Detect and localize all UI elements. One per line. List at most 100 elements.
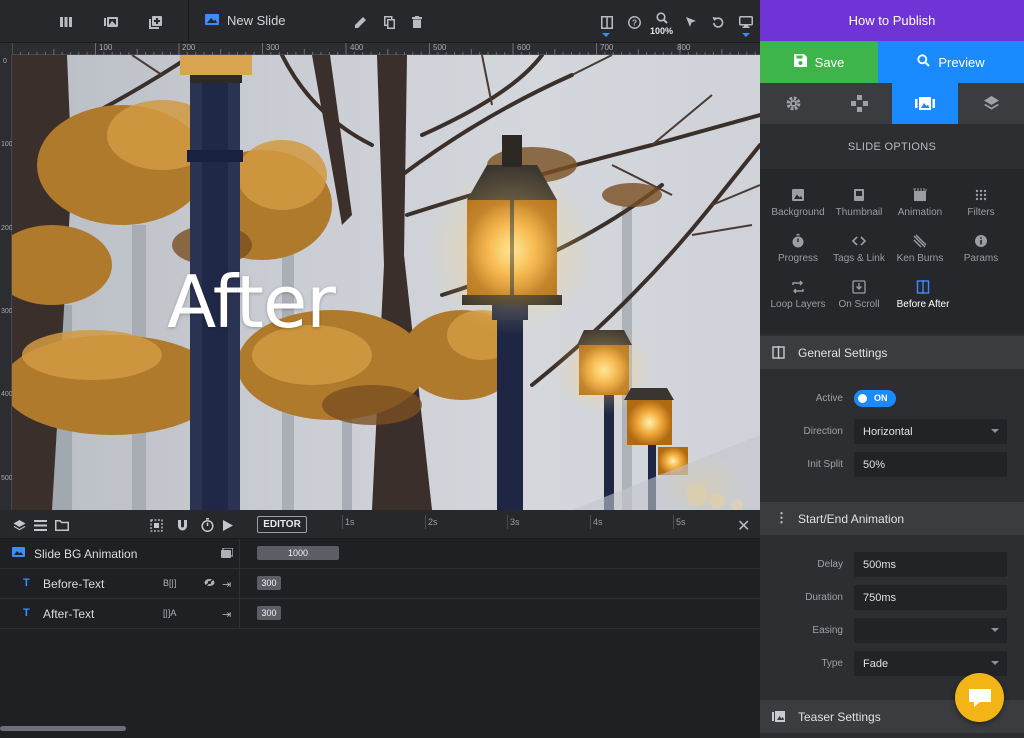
- save-label: Save: [814, 54, 845, 70]
- monitor-caret: [742, 33, 750, 37]
- duration-input[interactable]: 750ms: [854, 585, 1007, 610]
- code-icon: [852, 236, 866, 246]
- visibility-icon[interactable]: [204, 578, 215, 590]
- animation-bar[interactable]: 300: [257, 606, 281, 620]
- row-label[interactable]: After-Text: [43, 607, 94, 621]
- row-label[interactable]: Before-Text: [43, 577, 104, 591]
- layout-icon[interactable]: [56, 12, 76, 32]
- layer-settings-icon[interactable]: [221, 547, 234, 560]
- direction-select[interactable]: Horizontal: [854, 419, 1007, 444]
- layers-icon[interactable]: [11, 517, 27, 533]
- animation-bar[interactable]: 1000: [257, 546, 339, 560]
- horizontal-scrollbar[interactable]: [0, 726, 126, 731]
- slides-icon[interactable]: [101, 12, 121, 32]
- option-tags-link[interactable]: Tags & Link: [826, 234, 892, 264]
- layers-tab[interactable]: [958, 83, 1024, 124]
- row-label[interactable]: Slide BG Animation: [34, 547, 137, 561]
- timeline-row[interactable]: T Before-Text B[|] ⇥ 300: [0, 569, 760, 599]
- slides-tab[interactable]: [892, 83, 958, 124]
- option-ken-burns[interactable]: Ken Burns: [887, 234, 953, 264]
- animation-bar[interactable]: 300: [257, 576, 281, 590]
- ruler-ticks: [12, 43, 756, 55]
- delay-input[interactable]: 500ms: [854, 552, 1007, 577]
- stopwatch-icon[interactable]: [199, 517, 215, 533]
- layers-icon: [983, 96, 999, 110]
- trash-icon[interactable]: [407, 12, 427, 32]
- monitor-icon[interactable]: [736, 12, 756, 32]
- preview-button[interactable]: Preview: [878, 41, 1024, 83]
- option-background[interactable]: Background: [765, 188, 831, 218]
- duplicate-icon[interactable]: [379, 12, 399, 32]
- grid-snap-icon[interactable]: [148, 517, 164, 533]
- timeline-tick: 5s: [673, 515, 686, 529]
- editor-button[interactable]: EDITOR: [257, 516, 307, 533]
- zoom-level[interactable]: 100%: [650, 26, 673, 36]
- timeline-row[interactable]: T After-Text [|]A ⇥ 300: [0, 599, 760, 629]
- before-after-icon: [916, 280, 930, 294]
- image-icon: [12, 547, 25, 560]
- general-settings-header[interactable]: General Settings: [760, 336, 1024, 369]
- easing-select[interactable]: [854, 618, 1007, 643]
- duration-label: Duration: [805, 592, 843, 603]
- init-split-input[interactable]: 50%: [854, 452, 1007, 477]
- horizontal-ruler: 100 200 300 400 500 600 700 800: [12, 43, 760, 55]
- before-after-icon[interactable]: [597, 12, 617, 32]
- option-params[interactable]: Params: [948, 234, 1014, 264]
- save-icon: [793, 54, 807, 70]
- option-on-scroll[interactable]: On Scroll: [826, 280, 892, 310]
- undo-icon[interactable]: [708, 12, 728, 32]
- option-label: Ken Burns: [896, 253, 944, 264]
- option-label: Filters: [967, 207, 995, 218]
- option-thumbnail[interactable]: Thumbnail: [826, 188, 892, 218]
- settings-panel: How to Publish Save Preview SLIDE OPTION…: [760, 0, 1024, 738]
- magnet-icon[interactable]: [174, 517, 190, 533]
- save-button[interactable]: Save: [760, 41, 878, 83]
- slide-background-image: [12, 55, 760, 510]
- ruler-label: 700: [600, 43, 614, 52]
- navigation-tab[interactable]: [826, 83, 892, 124]
- timeline-row[interactable]: Slide BG Animation 1000: [0, 539, 760, 569]
- ruler-label: 400: [350, 43, 364, 52]
- start-end-animation-header[interactable]: ⋮ Start/End Animation: [760, 502, 1024, 535]
- text-layer-icon: T: [23, 607, 30, 619]
- arrow-in-icon[interactable]: ⇥: [222, 608, 231, 621]
- zoom-icon[interactable]: [652, 8, 672, 28]
- slide-canvas[interactable]: After: [12, 55, 760, 510]
- option-label: Background: [771, 207, 825, 218]
- gear-icon: [786, 96, 800, 111]
- add-slide-icon[interactable]: [145, 12, 165, 32]
- play-icon[interactable]: [220, 517, 236, 533]
- slide-title[interactable]: New Slide: [205, 13, 286, 28]
- chat-icon: [968, 688, 991, 707]
- option-label: Before After: [896, 299, 950, 310]
- option-before-after[interactable]: Before After: [890, 280, 956, 310]
- edit-icon[interactable]: [351, 12, 371, 32]
- close-icon[interactable]: ✕: [737, 516, 750, 536]
- slide-title-text[interactable]: New Slide: [227, 13, 286, 28]
- chevron-down-icon: [991, 661, 999, 665]
- preview-label: Preview: [938, 54, 985, 70]
- easing-label: Easing: [812, 625, 843, 636]
- duration-value: 750ms: [863, 592, 897, 604]
- chevron-down-icon: [991, 628, 999, 632]
- option-animation[interactable]: Animation: [887, 188, 953, 218]
- option-filters[interactable]: Filters: [948, 188, 1014, 218]
- slide-options-title: SLIDE OPTIONS: [847, 140, 937, 153]
- cursor-icon[interactable]: [681, 12, 701, 32]
- option-label: Tags & Link: [833, 253, 885, 264]
- option-progress[interactable]: Progress: [765, 234, 831, 264]
- option-label: Progress: [777, 253, 818, 264]
- list-icon[interactable]: [32, 517, 48, 533]
- arrow-in-icon[interactable]: ⇥: [222, 578, 231, 591]
- active-toggle[interactable]: ON: [854, 390, 896, 407]
- chat-button[interactable]: [955, 673, 1004, 722]
- help-icon[interactable]: ?: [624, 12, 644, 32]
- after-text-layer[interactable]: After: [167, 260, 336, 344]
- timeline-tick: 4s: [590, 515, 603, 529]
- folder-icon[interactable]: [54, 517, 70, 533]
- ruler-label: 100: [99, 43, 113, 52]
- type-select[interactable]: Fade: [854, 651, 1007, 676]
- settings-tab[interactable]: [760, 83, 826, 124]
- how-to-publish-button[interactable]: How to Publish: [760, 0, 1024, 41]
- option-loop-layers[interactable]: Loop Layers: [765, 280, 831, 310]
